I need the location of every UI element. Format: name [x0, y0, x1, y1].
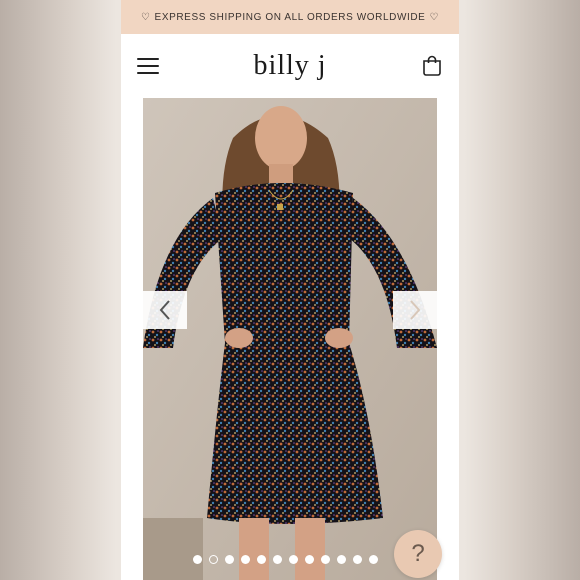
site-header: billy j — [121, 34, 459, 98]
brand-logo[interactable]: billy j — [253, 50, 326, 82]
hamburger-menu-icon[interactable] — [137, 58, 159, 74]
chevron-right-icon — [410, 300, 421, 320]
previous-image-button[interactable] — [143, 291, 187, 329]
gallery-dot[interactable] — [305, 555, 314, 564]
heart-icon: ♡ — [140, 11, 151, 23]
gallery-dot[interactable] — [273, 555, 282, 564]
product-photo — [143, 98, 437, 580]
next-image-button[interactable] — [393, 291, 437, 329]
gallery-dot[interactable] — [193, 555, 202, 564]
gallery-dot[interactable] — [289, 555, 298, 564]
heart-icon: ♡ — [429, 11, 440, 23]
gallery-dot[interactable] — [257, 555, 266, 564]
gallery-dot[interactable] — [209, 555, 218, 564]
chevron-left-icon — [159, 300, 170, 320]
shopping-bag-icon[interactable] — [421, 54, 443, 76]
gallery-dot[interactable] — [353, 555, 362, 564]
gallery-pagination — [193, 555, 378, 564]
product-image-gallery[interactable] — [143, 98, 437, 580]
help-button[interactable]: ? — [394, 530, 442, 578]
gallery-dot[interactable] — [225, 555, 234, 564]
gallery-dot[interactable] — [337, 555, 346, 564]
promo-banner: ♡ EXPRESS SHIPPING ON ALL ORDERS WORLDWI… — [121, 0, 459, 34]
mobile-page: billy j — [121, 34, 459, 580]
gallery-dot[interactable] — [321, 555, 330, 564]
gallery-dot[interactable] — [241, 555, 250, 564]
gallery-dot[interactable] — [369, 555, 378, 564]
question-mark-icon: ? — [411, 540, 425, 567]
promo-text: EXPRESS SHIPPING ON ALL ORDERS WORLDWIDE — [154, 11, 426, 23]
